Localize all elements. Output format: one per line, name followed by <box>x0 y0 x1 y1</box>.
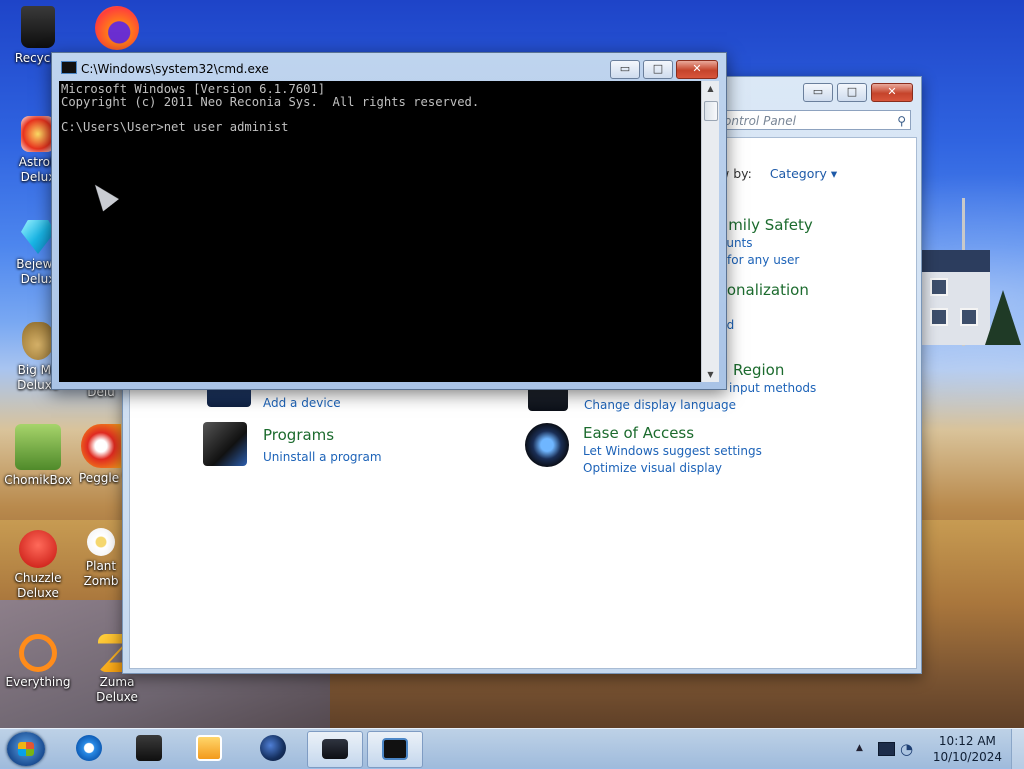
category-link[interactable]: Uninstall a program <box>263 450 382 464</box>
desktop-icon-label: Zuma Deluxe <box>96 675 138 704</box>
control-panel-icon <box>322 739 348 759</box>
firefox-icon <box>95 6 139 50</box>
system-tray: ▲ ◔ 10:12 AM 10/10/2024 <box>854 729 1024 769</box>
scroll-down-icon[interactable]: ▼ <box>702 367 719 382</box>
category-region[interactable]: Region <box>733 361 784 379</box>
minimize-button[interactable]: ▭ <box>610 60 640 79</box>
windows-logo-icon <box>18 742 34 756</box>
peggle-icon <box>81 424 121 468</box>
cmd-window-buttons: ▭ □ ✕ <box>610 60 718 79</box>
programs-icon <box>203 422 247 466</box>
big-money-icon <box>22 322 54 360</box>
wallpaper-house <box>920 250 990 345</box>
cmd-window-title: C:\Windows\system32\cmd.exe <box>81 62 269 76</box>
taskbar-item-control-panel[interactable] <box>307 731 363 768</box>
internet-explorer-icon <box>76 735 102 761</box>
category-ease-of-access[interactable]: Ease of Access <box>583 424 694 442</box>
desktop-icon-label: Peggle \ of Warc <box>79 471 123 485</box>
taskbar-item-cmd[interactable] <box>367 731 423 768</box>
clock-date: 10/10/2024 <box>932 750 1002 764</box>
desktop-icon-peggle[interactable]: Peggle \ of Warc <box>79 424 123 486</box>
scroll-up-icon[interactable]: ▲ <box>702 81 719 96</box>
chomikbox-icon <box>15 424 61 470</box>
start-button[interactable] <box>7 732 45 766</box>
maximize-button[interactable]: □ <box>837 83 867 102</box>
search-placeholder: ontrol Panel <box>724 114 796 128</box>
console-input-line[interactable]: C:\Users\User>net user administ <box>61 120 699 134</box>
desktop-icon-plants-zombies[interactable]: Plant Zomb <box>79 528 123 589</box>
desktop-icon-everything[interactable]: Everything <box>0 634 76 690</box>
scrollbar-thumb[interactable] <box>704 101 718 121</box>
desktop-icon-chuzzle[interactable]: Chuzzle Deluxe <box>0 530 76 601</box>
show-desktop-button[interactable] <box>1011 729 1024 769</box>
minimize-button[interactable]: ▭ <box>803 83 833 102</box>
ease-of-access-icon <box>525 423 569 467</box>
taskbar-item-windows-explorer[interactable] <box>122 731 176 766</box>
wallpaper-tree <box>985 290 1021 345</box>
category-link[interactable]: Add a device <box>263 396 341 410</box>
category-personalization[interactable]: sonalization <box>719 281 809 299</box>
desktop-icon-label: Everything <box>5 675 71 689</box>
close-button[interactable]: ✕ <box>871 83 913 102</box>
desktop-icon-chomikbox[interactable]: ChomikBox <box>0 424 76 488</box>
close-button[interactable]: ✕ <box>676 60 718 79</box>
globe-icon <box>260 735 286 761</box>
category-link[interactable]: input methods <box>729 381 816 395</box>
maximize-button[interactable]: □ <box>643 60 673 79</box>
clock-time: 10:12 AM <box>938 734 996 748</box>
desktop-icon-label: Chuzzle Deluxe <box>14 571 62 600</box>
desktop-icon-firefox[interactable] <box>79 6 155 53</box>
show-hidden-icons-icon[interactable]: ▲ <box>856 743 863 753</box>
cmd-scrollbar[interactable]: ▲ ▼ <box>701 81 719 382</box>
console-line: Copyright (c) 2011 Neo Reconia Sys. All … <box>61 94 480 109</box>
chevron-down-icon: ▾ <box>830 166 838 181</box>
category-link[interactable]: Change display language <box>584 398 736 412</box>
chuzzle-icon <box>19 530 57 568</box>
taskbar: ▲ ◔ 10:12 AM 10/10/2024 <box>0 728 1024 769</box>
desktop-icon-label: Plant Zomb <box>83 559 119 588</box>
category-link[interactable]: Optimize visual display <box>583 461 722 475</box>
cmd-icon <box>61 61 77 74</box>
control-panel-search-input[interactable]: ontrol Panel ⚲ <box>719 110 911 130</box>
media-player-icon <box>196 735 222 761</box>
network-icon[interactable]: ◔ <box>900 740 913 758</box>
cmd-icon <box>382 738 408 760</box>
category-family-safety[interactable]: amily Safety <box>719 216 813 234</box>
category-link[interactable]: Let Windows suggest settings <box>583 444 762 458</box>
astropop-icon <box>21 116 55 152</box>
view-by-dropdown[interactable]: Category ▾ <box>770 166 837 181</box>
control-panel-window-buttons: ▭ □ ✕ <box>803 83 913 102</box>
plants-zombies-icon <box>87 528 115 556</box>
everything-search-icon <box>19 634 57 672</box>
action-center-icon[interactable] <box>878 742 895 756</box>
clock[interactable]: 10:12 AM 10/10/2024 <box>933 733 1002 765</box>
console-line: Microsoft Windows [Version 6.1.7601] <box>61 82 326 96</box>
bejeweled-icon <box>21 220 55 254</box>
search-icon[interactable]: ⚲ <box>897 111 906 131</box>
category-link[interactable]: for any user <box>727 253 799 267</box>
recycle-bin-icon <box>21 6 55 48</box>
desktop-icon-label: ChomikBox <box>4 473 72 487</box>
taskbar-item-internet-explorer[interactable] <box>62 731 116 766</box>
view-by-selector[interactable]: w by: Category ▾ <box>719 166 837 181</box>
taskbar-item-media-player[interactable] <box>182 731 236 766</box>
category-programs[interactable]: Programs <box>263 426 334 444</box>
cmd-console[interactable]: Microsoft Windows [Version 6.1.7601] Copy… <box>59 81 701 382</box>
taskbar-item-globe[interactable] <box>246 731 300 766</box>
cmd-title-bar[interactable]: C:\Windows\system32\cmd.exe ▭ □ ✕ <box>52 53 726 81</box>
cmd-window[interactable]: C:\Windows\system32\cmd.exe ▭ □ ✕ Micros… <box>51 52 727 390</box>
folder-icon <box>136 735 162 761</box>
view-by-value: Category <box>769 166 827 181</box>
